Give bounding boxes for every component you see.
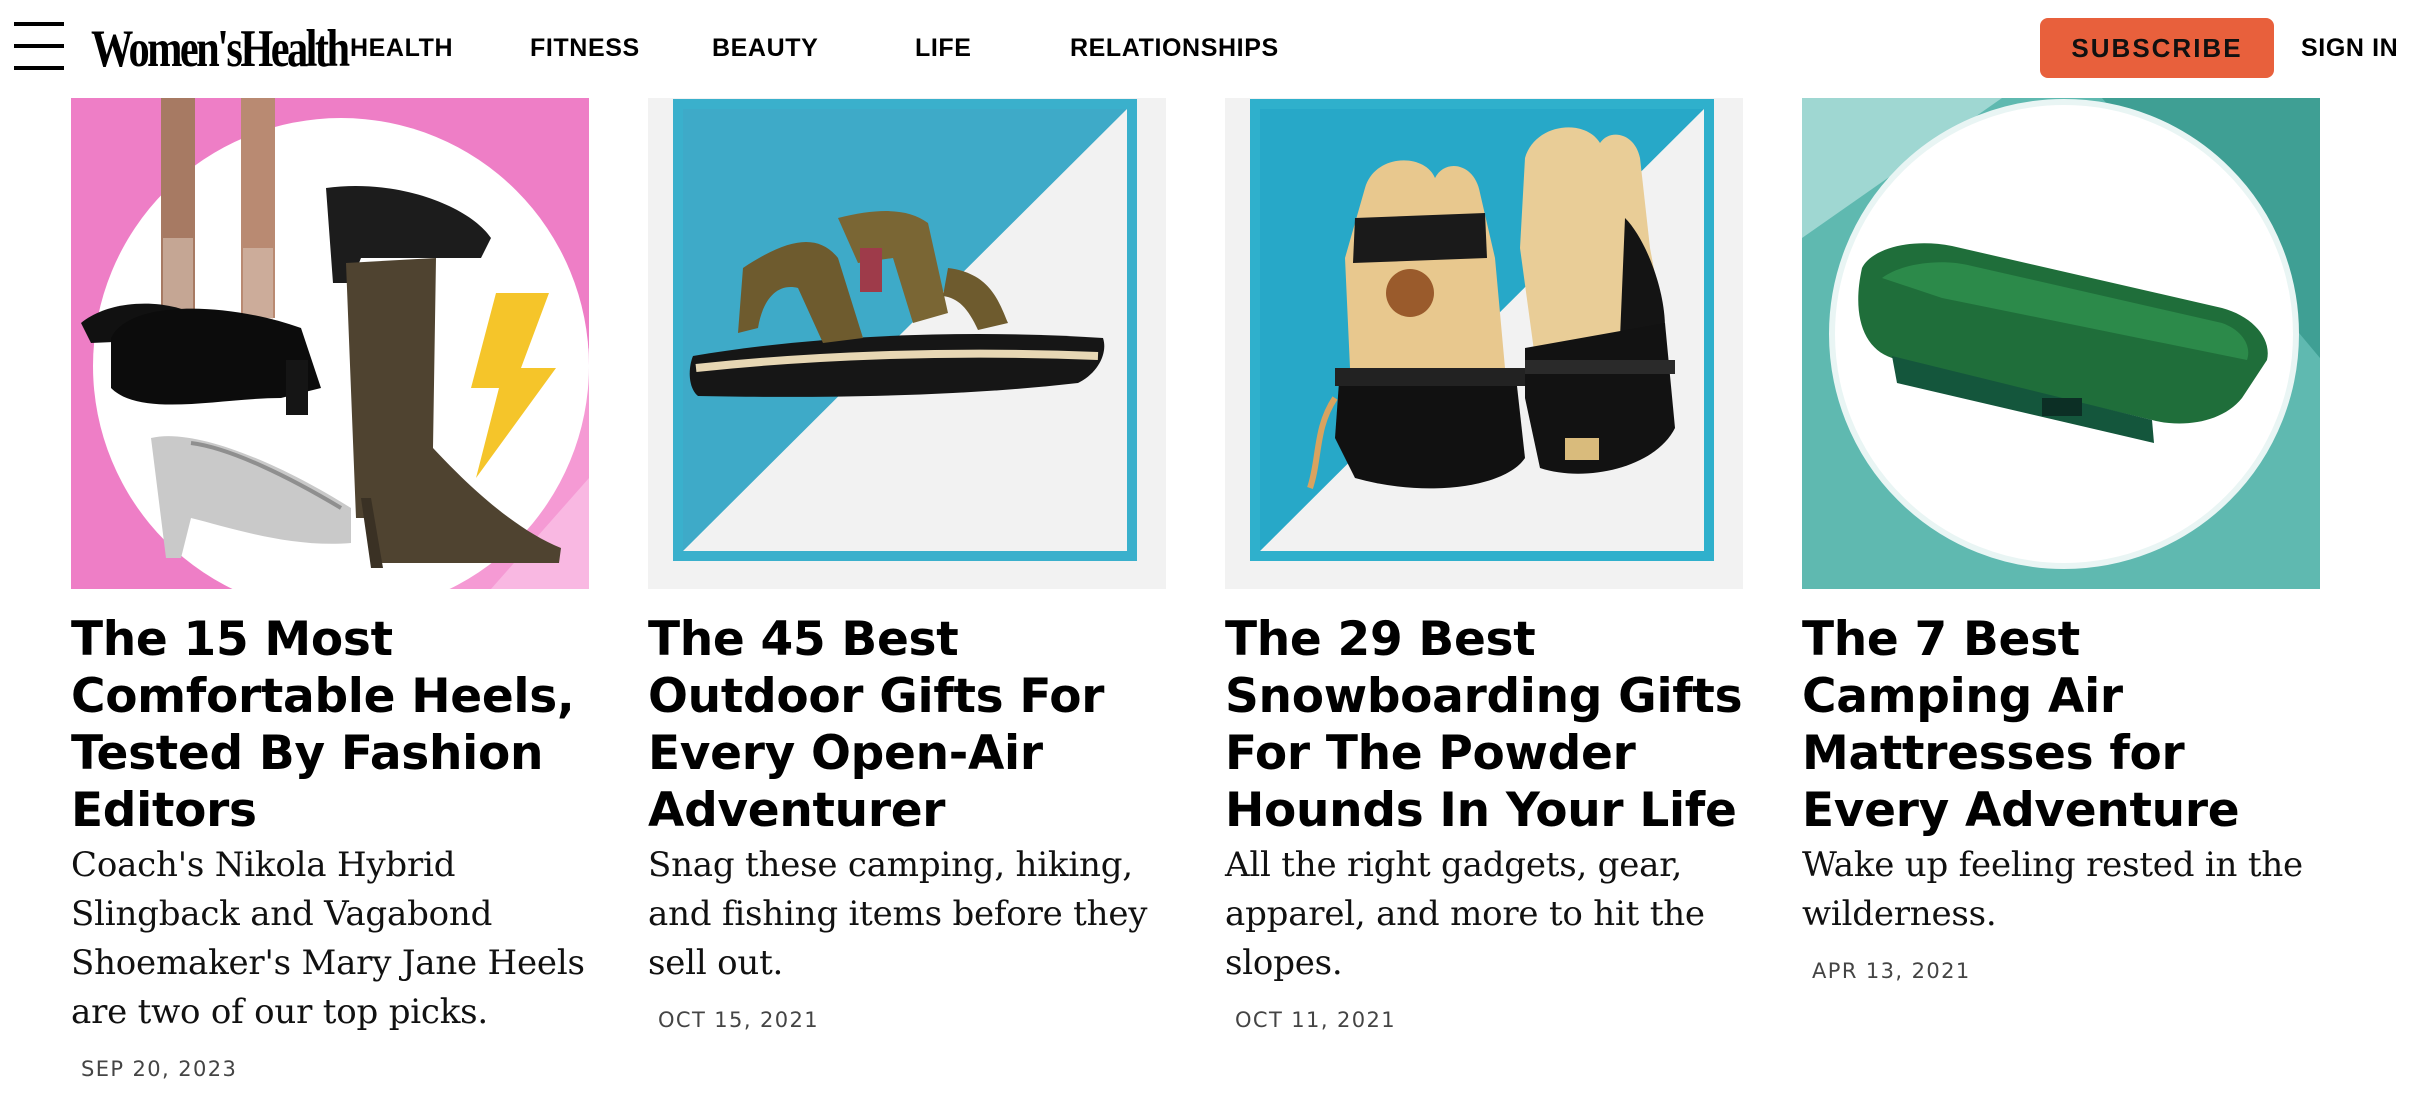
- subscribe-button[interactable]: SUBSCRIBE: [2040, 18, 2274, 78]
- article-date: OCT 15, 2021: [658, 1008, 820, 1032]
- article-dek: Coach's Nikola Hybrid Slingback and Vaga…: [71, 845, 585, 1032]
- sign-in-link[interactable]: SIGN IN: [2301, 30, 2398, 66]
- nav-relationships[interactable]: RELATIONSHIPS: [1070, 30, 1279, 66]
- nav-life[interactable]: LIFE: [915, 30, 972, 66]
- article-date: OCT 11, 2021: [1235, 1008, 1397, 1032]
- article-card[interactable]: The 15 Most Comfortable Heels, Tested By…: [71, 98, 591, 1081]
- article-title[interactable]: The 29 Best Snowboarding Gifts For The P…: [1225, 611, 1745, 839]
- article-thumbnail-heels[interactable]: [71, 98, 589, 589]
- article-dek: Wake up feeling rested in the wilderness…: [1802, 845, 2303, 934]
- article-card[interactable]: The 7 Best Camping Air Mattresses for Ev…: [1802, 98, 2322, 983]
- article-thumbnail-sandal[interactable]: [648, 98, 1166, 589]
- article-card[interactable]: The 45 Best Outdoor Gifts For Every Open…: [648, 98, 1168, 1032]
- nav-beauty[interactable]: BEAUTY: [712, 30, 818, 66]
- nav-fitness[interactable]: FITNESS: [530, 30, 640, 66]
- article-title[interactable]: The 7 Best Camping Air Mattresses for Ev…: [1802, 611, 2322, 839]
- article-card[interactable]: The 29 Best Snowboarding Gifts For The P…: [1225, 98, 1745, 1032]
- hamburger-menu-icon[interactable]: [14, 22, 64, 70]
- article-date: SEP 20, 2023: [81, 1057, 238, 1081]
- article-thumbnail-mittens[interactable]: [1225, 98, 1743, 589]
- article-date: APR 13, 2021: [1812, 959, 1971, 983]
- article-title[interactable]: The 15 Most Comfortable Heels, Tested By…: [71, 611, 591, 839]
- article-thumbnail-air-mattress[interactable]: [1802, 98, 2320, 589]
- article-title[interactable]: The 45 Best Outdoor Gifts For Every Open…: [648, 611, 1168, 839]
- site-logo[interactable]: Women'sHealth: [91, 19, 350, 79]
- site-header: Women'sHealth HEALTH FITNESS BEAUTY LIFE…: [0, 0, 2410, 98]
- article-dek: Snag these camping, hiking, and fishing …: [648, 845, 1148, 983]
- nav-health[interactable]: HEALTH: [350, 30, 453, 66]
- article-dek: All the right gadgets, gear, apparel, an…: [1225, 845, 1705, 983]
